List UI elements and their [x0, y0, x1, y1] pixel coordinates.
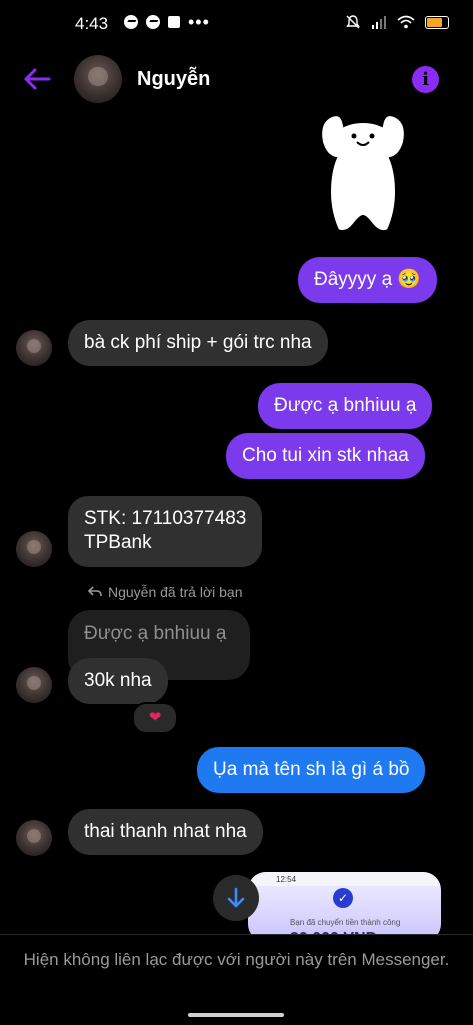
back-arrow-icon[interactable] [22, 64, 52, 94]
scroll-to-bottom-button[interactable] [213, 875, 259, 921]
contact-name[interactable]: Nguyễn [137, 68, 210, 91]
image-notification-icon [168, 16, 180, 28]
home-indicator[interactable] [188, 1013, 284, 1017]
outgoing-message[interactable]: Cho tui xin stk nhaa [226, 433, 425, 479]
preview-caption: Bạn đã chuyển tiền thành công [290, 918, 401, 927]
checkmark-icon: ✓ [333, 888, 353, 908]
reply-indicator: Nguyễn đã trả lời bạn [88, 584, 242, 600]
incoming-message[interactable]: STK: 17110377483 TPBank [68, 496, 263, 567]
sender-avatar[interactable] [16, 330, 52, 366]
messenger-notification-icon [146, 15, 160, 29]
info-icon[interactable]: i [412, 66, 439, 93]
wifi-icon [397, 15, 415, 29]
preview-status-bar: 12:54 [248, 872, 441, 886]
incoming-message[interactable]: thai thanh nhat nha [68, 809, 263, 855]
preview-time: 12:54 [276, 875, 297, 884]
unavailable-notice-bar: Hiện không liên lạc được với người này t… [0, 934, 473, 1025]
incoming-message[interactable]: bà ck phí ship + gói trc nha [68, 320, 328, 366]
sender-avatar[interactable] [16, 667, 52, 703]
reply-arrow-icon [88, 586, 102, 597]
outgoing-message[interactable]: Được ạ bnhiuu ạ [258, 383, 433, 429]
outgoing-message[interactable]: Ụa mà tên sh là gì á bồ [197, 747, 426, 793]
status-time: 4:43 [75, 14, 109, 33]
messenger-notification-icon [124, 15, 138, 29]
heart-reaction[interactable]: ❤ [132, 702, 178, 734]
sticker-image[interactable] [312, 112, 414, 234]
unavailable-notice: Hiện không liên lạc được với người này t… [23, 950, 450, 969]
contact-avatar[interactable] [74, 55, 122, 103]
mute-bell-icon [346, 15, 360, 29]
signal-icon [372, 16, 386, 29]
more-notifications-icon: ••• [188, 12, 210, 32]
sender-avatar[interactable] [16, 531, 52, 567]
status-bar: 4:43 ••• [0, 0, 473, 48]
arrow-down-icon [227, 887, 245, 908]
image-message-preview[interactable]: 12:54 ✓ Bạn đã chuyển tiền thành công 30… [248, 872, 441, 942]
conversation-header: Nguyễn i [0, 50, 473, 108]
sender-avatar[interactable] [16, 820, 52, 856]
message-line: STK: 17110377483 [84, 508, 247, 529]
battery-icon [425, 15, 449, 29]
reply-indicator-text: Nguyễn đã trả lời bạn [108, 584, 243, 600]
message-line: TPBank [84, 532, 152, 553]
incoming-message[interactable]: 30k nha [68, 658, 168, 704]
outgoing-message[interactable]: Đâyyyy ạ 🥹 [298, 257, 438, 303]
